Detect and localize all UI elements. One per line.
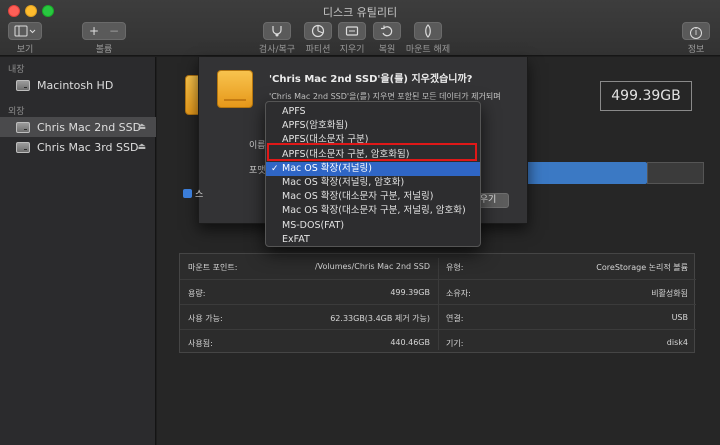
- format-option-mac-os-extended-case-sensitive-journaled-encrypted[interactable]: Mac OS 확장(대소문자 구분, 저널링, 암호화): [266, 204, 480, 218]
- info-row: 사용됨: 440.46GB 기기: disk4: [180, 329, 696, 354]
- volume-label: 볼륨: [95, 45, 113, 55]
- unmount-button[interactable]: [414, 22, 442, 40]
- type-value: CoreStorage 논리적 볼륨: [596, 263, 688, 272]
- remove-volume-icon[interactable]: −: [104, 23, 124, 39]
- external-header: 외장: [8, 107, 25, 117]
- stethoscope-icon: [272, 26, 282, 37]
- format-option-mac-os-extended-case-sensitive-journaled[interactable]: Mac OS 확장(대소문자 구분, 저널링): [266, 190, 480, 204]
- format-option-mac-os-extended-journaled[interactable]: ✓ Mac OS 확장(저널링): [266, 161, 480, 176]
- erase-label: 지우기: [339, 45, 365, 55]
- eject-icon[interactable]: ⏏: [137, 122, 146, 132]
- menu-item-label: MS-DOS(FAT): [282, 219, 345, 231]
- sidebar-view-icon: [14, 25, 36, 37]
- type-key: 유형:: [446, 263, 464, 272]
- menu-item-label: Mac OS 확장(대소문자 구분, 저널링, 암호화): [282, 205, 466, 217]
- window-titlebar: 디스크 유틸리티 보기 + − 볼륨 검사/복구 파티션 지우기 복원 마운트 …: [0, 0, 720, 56]
- mount-point-key: 마운트 포인트:: [188, 263, 238, 272]
- info-label: 정보: [687, 45, 705, 55]
- external-drive-icon: [217, 70, 253, 108]
- sidebar-item-chris-mac-3rd-ssd[interactable]: Chris Mac 3rd SSD ⏏: [0, 137, 156, 157]
- restore-button[interactable]: [373, 22, 401, 40]
- connection-value: USB: [671, 313, 688, 322]
- usage-bar-free: [647, 162, 704, 184]
- menu-item-label: Mac OS 확장(저널링, 암호화): [282, 176, 405, 188]
- capacity-value: 499.39GB: [390, 288, 430, 297]
- restore-arrow-icon: [381, 25, 393, 37]
- mount-point-value: /Volumes/Chris Mac 2nd SSD: [314, 262, 430, 271]
- checkmark-icon: ✓: [271, 163, 279, 174]
- volume-button-group[interactable]: + −: [82, 22, 126, 40]
- eject-icon[interactable]: ⏏: [137, 142, 146, 152]
- info-button[interactable]: i: [682, 22, 710, 40]
- first-aid-label: 검사/복구: [258, 45, 296, 55]
- device-key: 기기:: [446, 339, 464, 348]
- sidebar: 내장 Macintosh HD 외장 Chris Mac 2nd SSD ⏏ C…: [0, 57, 156, 445]
- owner-key: 소유자:: [446, 289, 471, 298]
- menu-item-label: APFS: [282, 106, 306, 117]
- internal-header: 내장: [8, 65, 25, 75]
- dialog-title: 'Chris Mac 2nd SSD'을(를) 지우겠습니까?: [269, 74, 473, 85]
- internal-disk-icon: [16, 79, 30, 91]
- sidebar-item-label: Chris Mac 3rd SSD: [37, 140, 139, 154]
- info-icon: i: [690, 27, 702, 39]
- view-label: 보기: [16, 45, 34, 55]
- connection-key: 연결:: [446, 314, 464, 323]
- window-title: 디스크 유틸리티: [322, 6, 398, 19]
- device-value: disk4: [666, 338, 688, 347]
- add-volume-icon[interactable]: +: [84, 23, 104, 39]
- menu-item-label: Mac OS 확장(대소문자 구분, 저널링): [282, 191, 434, 203]
- format-option-exfat[interactable]: ExFAT: [266, 233, 480, 247]
- partition-button[interactable]: [304, 22, 332, 40]
- name-label: 이름: [249, 141, 266, 151]
- format-option-mac-os-extended-journaled-encrypted[interactable]: Mac OS 확장(저널링, 암호화): [266, 176, 480, 190]
- sidebar-item-label: Macintosh HD: [37, 78, 114, 92]
- sidebar-item-macintosh-hd[interactable]: Macintosh HD: [0, 75, 156, 95]
- view-button[interactable]: [8, 22, 42, 40]
- menu-item-label: Mac OS 확장(저널링): [282, 162, 372, 174]
- format-option-apfs[interactable]: APFS: [266, 105, 480, 119]
- format-option-apfs-encrypted[interactable]: APFS(암호화됨): [266, 119, 480, 133]
- highlight-annotation-box: [267, 143, 477, 161]
- scheme-label-partial: 스: [195, 190, 204, 200]
- used-key: 사용됨:: [188, 339, 213, 348]
- first-aid-button[interactable]: [263, 22, 291, 40]
- scheme-checkbox[interactable]: [183, 189, 192, 198]
- available-key: 사용 가능:: [188, 314, 223, 323]
- capacity-display: 499.39GB: [600, 81, 692, 111]
- capacity-key: 용량:: [188, 289, 206, 298]
- unmount-icon: [425, 24, 431, 38]
- menu-item-label: APFS(암호화됨): [282, 120, 348, 132]
- format-option-ms-dos-fat[interactable]: MS-DOS(FAT): [266, 219, 480, 233]
- pie-partition-icon: [311, 24, 325, 38]
- format-dropdown-menu: APFS APFS(암호화됨) APFS(대소문자 구분) APFS(대소문자 …: [265, 101, 481, 247]
- external-disk-icon: [16, 141, 30, 153]
- owner-value: 비활성화됨: [651, 289, 688, 298]
- eraser-icon: [345, 26, 359, 36]
- sidebar-item-chris-mac-2nd-ssd[interactable]: Chris Mac 2nd SSD ⏏: [0, 117, 156, 137]
- used-value: 440.46GB: [390, 338, 430, 347]
- info-row: 사용 가능: 62.33GB(3.4GB 제거 가능) 연결: USB: [180, 304, 696, 329]
- menu-item-label: ExFAT: [282, 233, 310, 245]
- sidebar-item-label: Chris Mac 2nd SSD: [37, 120, 142, 134]
- unmount-label: 마운트 해제: [405, 45, 451, 55]
- volume-info-table: 마운트 포인트: /Volumes/Chris Mac 2nd SSD 유형: …: [179, 253, 696, 354]
- erase-button[interactable]: [338, 22, 366, 40]
- info-row: 용량: 499.39GB 소유자: 비활성화됨: [180, 279, 696, 304]
- external-disk-icon: [16, 121, 30, 133]
- available-value: 62.33GB(3.4GB 제거 가능): [330, 314, 430, 323]
- format-label: 포맷: [249, 166, 266, 176]
- info-row: 마운트 포인트: /Volumes/Chris Mac 2nd SSD 유형: …: [180, 254, 696, 279]
